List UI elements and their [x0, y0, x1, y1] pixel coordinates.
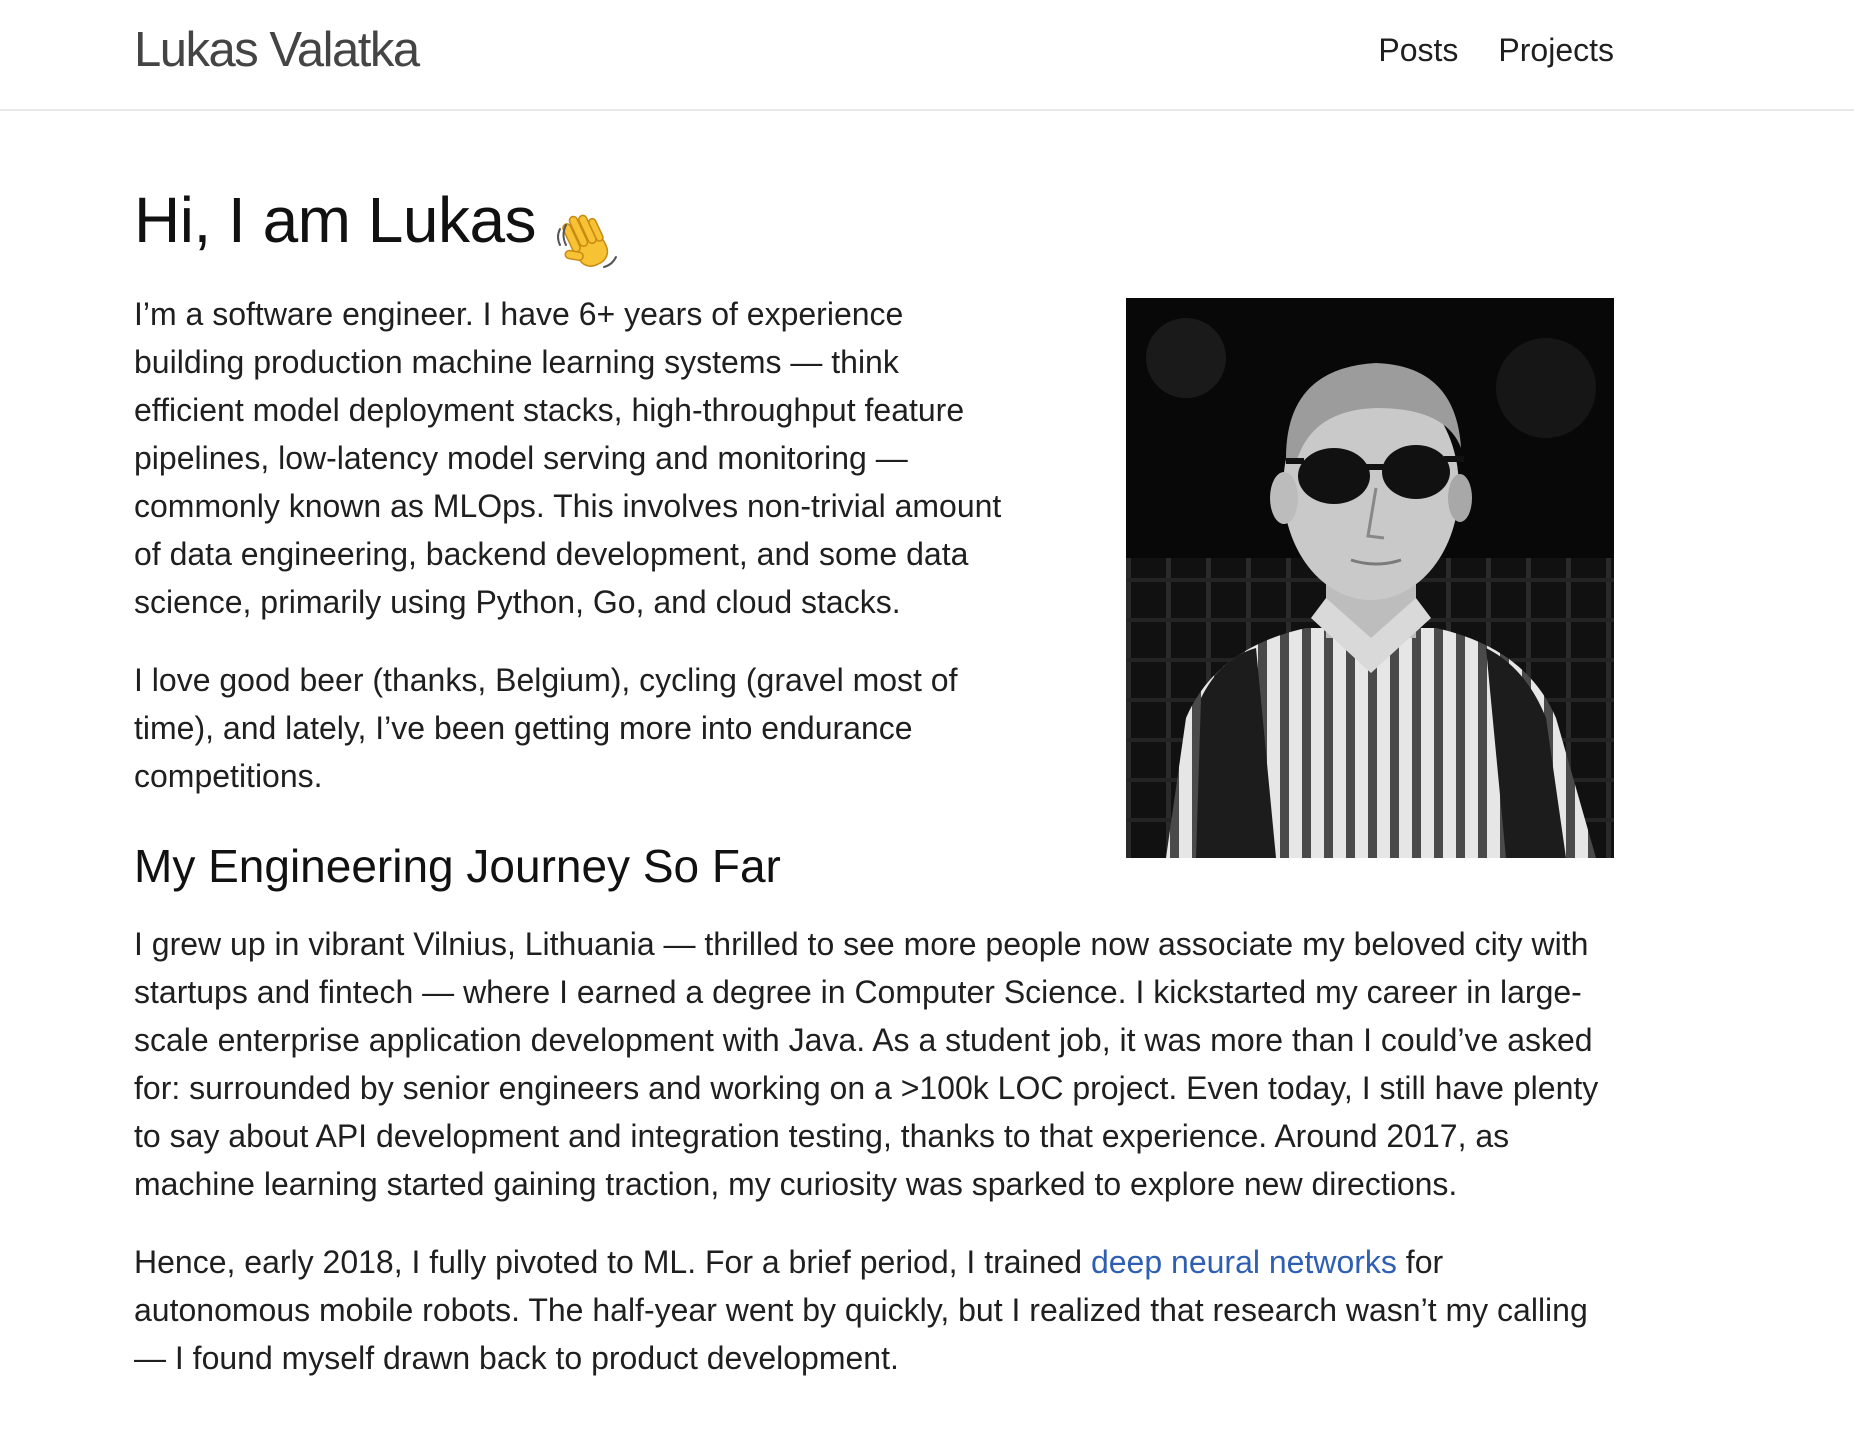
- nav-posts-link[interactable]: Posts: [1378, 32, 1458, 69]
- site-title-link[interactable]: Lukas Valatka: [134, 22, 420, 78]
- journey-paragraph-2-start: Hence, early 2018, I fully pivoted to ML…: [134, 1244, 1091, 1280]
- intro-paragraph-2: I love good beer (thanks, Belgium), cycl…: [134, 662, 958, 794]
- waving-hand-icon: [552, 185, 622, 268]
- page-title: Hi, I am Lukas: [134, 150, 1614, 290]
- intro-paragraph-1: I’m a software engineer. I have 6+ years…: [134, 296, 1002, 620]
- main-content: Hi, I am Lukas I’m a software engineer. …: [134, 150, 1614, 1412]
- intro-text: I’m a software engineer. I have 6+ years…: [134, 290, 1014, 800]
- journey-paragraph-2: Hence, early 2018, I fully pivoted to ML…: [134, 1238, 1614, 1382]
- nav-projects-link[interactable]: Projects: [1498, 32, 1614, 69]
- greeting-text: Hi, I am Lukas: [134, 184, 537, 256]
- site-header: Lukas Valatka Posts Projects: [0, 0, 1854, 111]
- deep-neural-networks-link[interactable]: deep neural networks: [1091, 1244, 1397, 1280]
- main-nav: Posts Projects: [1378, 32, 1614, 69]
- intro-section: I’m a software engineer. I have 6+ years…: [134, 290, 1614, 858]
- profile-photo: [1126, 298, 1614, 858]
- journey-paragraph-1: I grew up in vibrant Vilnius, Lithuania …: [134, 926, 1599, 1202]
